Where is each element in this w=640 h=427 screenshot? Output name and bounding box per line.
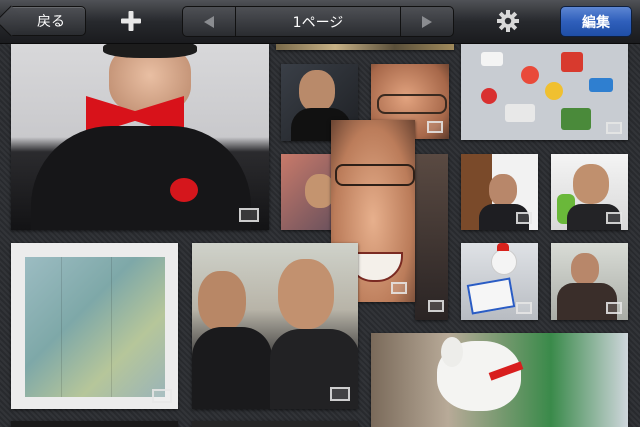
photo-two-men[interactable] [192,243,358,409]
prev-page-button[interactable] [183,7,236,36]
photo-map[interactable] [11,243,178,409]
frame-icon [428,300,444,312]
edit-button[interactable]: 編集 [560,6,632,37]
frame-icon [391,282,407,294]
frame-icon [606,302,622,314]
toolbar: 戻る 1ページ 編集 [0,0,640,44]
edit-button-label: 編集 [582,14,610,31]
photo-dog-mascot[interactable] [371,333,628,427]
photo-grid [0,44,640,427]
next-page-button[interactable] [400,7,453,36]
photo-man-headphones-2[interactable] [551,154,628,230]
page-selector: 1ページ [182,6,454,37]
photo-man-dark[interactable] [415,154,448,320]
back-button[interactable]: 戻る [8,6,86,36]
frame-icon [427,121,443,133]
photo-mascot-sign[interactable] [461,243,538,320]
plus-icon[interactable] [120,8,142,34]
gear-icon[interactable] [496,9,520,33]
triangle-left-icon [204,15,214,28]
photo-bottom-left[interactable] [11,421,178,427]
frame-icon [516,302,532,314]
back-button-label: 戻る [37,14,65,30]
triangle-right-icon [422,15,432,28]
photo-bottom-mid[interactable] [192,421,358,427]
photo-strip-top[interactable] [276,44,454,50]
page-label[interactable]: 1ページ [236,7,400,36]
frame-icon [239,208,259,222]
frame-icon [606,212,622,224]
photo-man-bowtie[interactable] [11,44,269,230]
frame-icon [606,122,622,134]
frame-icon [516,212,532,224]
photo-stickers-laptop[interactable] [461,44,628,140]
photo-man-headphones-1[interactable] [461,154,538,230]
frame-icon [330,387,350,401]
photo-man-laptop[interactable] [551,243,628,320]
frame-icon [152,389,172,403]
